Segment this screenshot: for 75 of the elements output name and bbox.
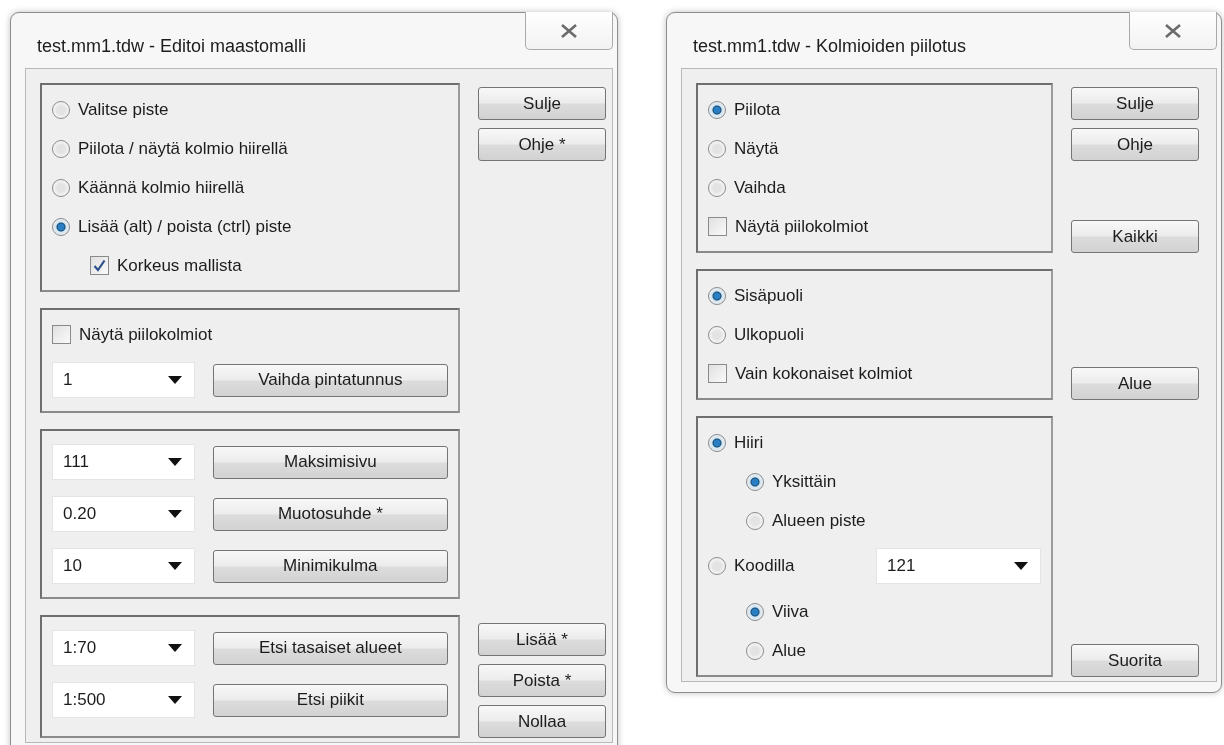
dropdown-field[interactable]: 1:500 — [52, 682, 195, 718]
dropdown-field[interactable]: 1 — [52, 362, 195, 398]
caret-icon — [167, 562, 182, 570]
radio-button[interactable] — [708, 557, 726, 575]
side-button[interactable]: Sulje — [1071, 87, 1199, 120]
option-label: Alue — [772, 640, 807, 661]
action-button[interactable]: Muotosuhde * — [212, 497, 448, 531]
side-button[interactable]: Ohje — [1071, 128, 1199, 161]
option-label: Näytä piilokolmiot — [735, 216, 869, 237]
radio-button[interactable] — [746, 511, 764, 530]
radio-button[interactable] — [52, 139, 70, 158]
radio-button[interactable] — [708, 100, 726, 119]
radio-button[interactable] — [746, 641, 764, 660]
radio-button[interactable] — [708, 178, 726, 197]
caret-icon — [167, 510, 182, 518]
close-icon — [559, 22, 579, 39]
option-label: Piilota — [734, 99, 781, 120]
option-label: Vain kokonaiset kolmiot — [735, 363, 913, 384]
option-label: Yksittäin — [772, 471, 837, 492]
option-label: Sisäpuoli — [734, 285, 803, 306]
caret-icon — [167, 644, 182, 652]
checkbox[interactable] — [708, 364, 727, 383]
option-label: Koodilla — [734, 556, 795, 576]
side-button[interactable]: Poista * — [478, 664, 606, 697]
option-label: Näytä — [734, 138, 779, 159]
side-button[interactable]: Alue — [1071, 367, 1199, 400]
option-label: Ulkopuoli — [734, 324, 804, 345]
action-button[interactable]: Maksimisivu — [212, 445, 448, 479]
side-button[interactable]: Kaikki — [1071, 220, 1199, 253]
action-button[interactable]: Vaihda pintatunnus — [212, 363, 448, 397]
dropdown-field[interactable]: 1:70 — [52, 630, 195, 666]
checkbox[interactable] — [708, 217, 727, 236]
radio-button[interactable] — [52, 100, 70, 119]
option-label: Korkeus mallista — [117, 255, 242, 276]
dropdown-field[interactable]: 10 — [52, 548, 195, 584]
option-label: Alueen piste — [772, 510, 866, 531]
option-label: Käännä kolmio hiirellä — [78, 177, 245, 198]
radio-button[interactable] — [52, 178, 70, 197]
dropdown-field[interactable]: 111 — [52, 444, 195, 480]
caret-icon — [167, 376, 182, 384]
action-button[interactable]: Minimikulma — [212, 549, 448, 583]
option-label: Lisää (alt) / poista (ctrl) piste — [78, 216, 292, 237]
radio-button[interactable] — [708, 433, 726, 452]
side-button[interactable]: Suorita — [1071, 644, 1199, 677]
action-button[interactable]: Etsi piikit — [212, 683, 448, 717]
option-label: Hiiri — [734, 432, 764, 453]
side-button[interactable]: Ohje * — [478, 128, 606, 161]
caret-icon — [167, 696, 182, 704]
radio-button[interactable] — [708, 325, 726, 344]
side-button[interactable]: Nollaa — [478, 705, 606, 738]
radio-button[interactable] — [746, 602, 764, 621]
close-button[interactable] — [525, 12, 613, 50]
checkbox[interactable] — [52, 325, 71, 344]
caret-icon — [167, 458, 182, 466]
close-button[interactable] — [1129, 12, 1217, 50]
window-title: test.mm1.tdw - Kolmioiden piilotus — [692, 35, 967, 57]
dropdown-field[interactable]: 0.20 — [52, 496, 195, 532]
side-button[interactable]: Sulje — [478, 87, 606, 120]
option-label: Piilota / näytä kolmio hiirellä — [78, 138, 288, 159]
checkbox[interactable] — [90, 256, 109, 275]
radio-button[interactable] — [708, 139, 726, 158]
window-title: test.mm1.tdw - Editoi maastomalli — [36, 35, 307, 57]
option-label: Vaihda — [734, 177, 786, 198]
radio-button[interactable] — [708, 286, 726, 305]
action-button[interactable]: Etsi tasaiset alueet — [212, 631, 448, 665]
option-label: Valitse piste — [78, 99, 169, 120]
radio-button[interactable] — [746, 472, 764, 491]
option-label: Viiva — [772, 601, 809, 622]
close-icon — [1163, 22, 1183, 39]
check-icon — [93, 259, 106, 272]
option-label: Näytä piilokolmiot — [79, 324, 213, 345]
dropdown-field[interactable]: 121 — [876, 548, 1041, 584]
side-button[interactable]: Lisää * — [478, 623, 606, 656]
caret-icon — [1014, 562, 1028, 570]
radio-button[interactable] — [52, 217, 70, 236]
